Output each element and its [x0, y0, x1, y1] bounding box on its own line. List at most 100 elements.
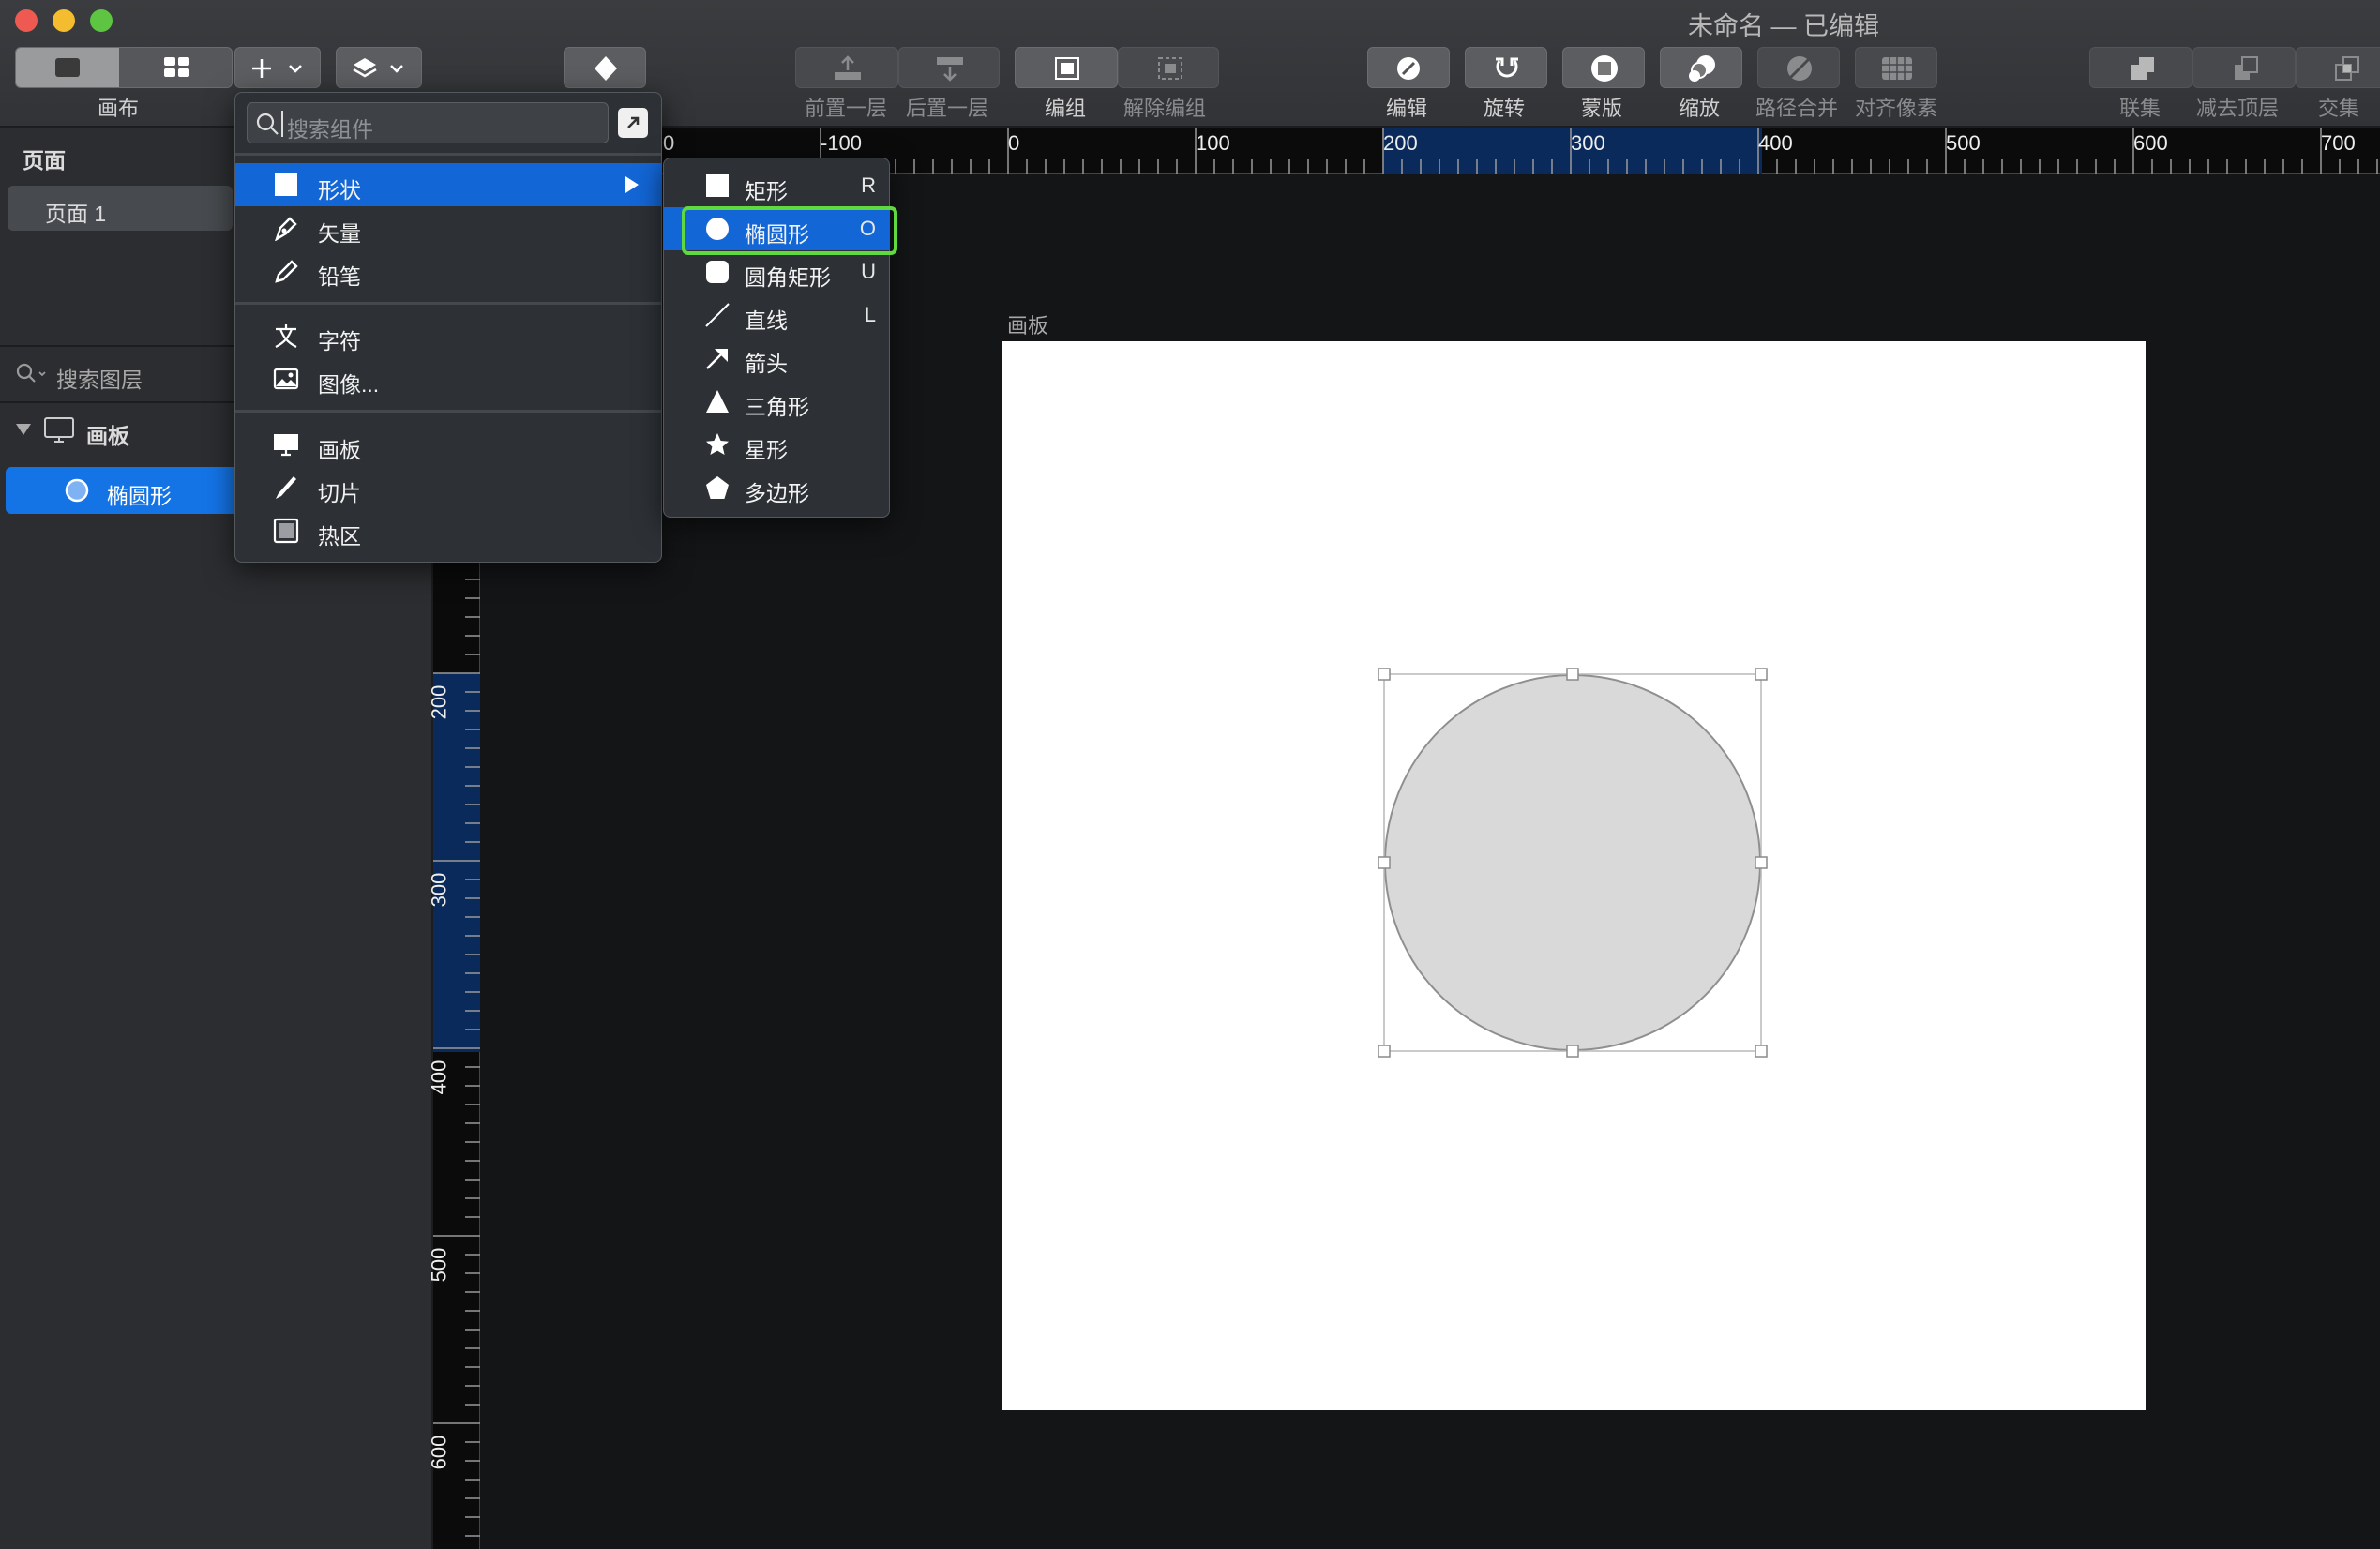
resize-handle[interactable] [1566, 668, 1579, 681]
highlight-outline [682, 206, 897, 255]
ungroup-button[interactable] [1118, 47, 1219, 88]
menu-item-text[interactable]: 字符 [235, 314, 661, 357]
send-backward-button[interactable] [898, 47, 1000, 88]
resize-handle[interactable] [1755, 668, 1768, 681]
submenu-item-polygon[interactable]: 多边形 [664, 466, 889, 509]
insert-button[interactable] [234, 47, 321, 88]
menu-separator [235, 153, 661, 156]
rotate-icon [1496, 57, 1518, 78]
polygon-icon [706, 476, 729, 499]
resize-handle[interactable] [1755, 1045, 1768, 1058]
menu-item-artboard[interactable]: 画板 [235, 423, 661, 466]
ruler-label: 600 [2133, 131, 2168, 155]
intersect-label: 交集 [2318, 97, 2360, 120]
canvas-icon [55, 58, 80, 77]
menu-item-hotspot[interactable]: 热区 [235, 509, 661, 552]
plus-icon [252, 59, 302, 78]
grid-icon [164, 57, 189, 77]
menu-item-image[interactable]: 图像... [235, 357, 661, 400]
shortcut-key: U [861, 260, 876, 283]
union-button[interactable] [2089, 47, 2192, 88]
bring-forward-label: 前置一层 [805, 97, 888, 120]
page-item-1[interactable]: 页面 1 [8, 186, 233, 231]
component-search-field[interactable]: 搜索组件 [247, 102, 609, 143]
menu-separator [235, 302, 661, 305]
open-components-button[interactable] [618, 108, 648, 138]
layers-icon [353, 58, 403, 78]
submenu-item-label: 三角形 [745, 395, 809, 419]
menu-item-label: 画板 [318, 438, 361, 462]
canvas-view-button[interactable] [16, 48, 119, 87]
artboard[interactable] [1002, 341, 2146, 1410]
close-window-button[interactable] [15, 9, 38, 32]
submenu-item-star[interactable]: 星形 [664, 423, 889, 466]
minimize-window-button[interactable] [53, 9, 75, 32]
submenu-item-label: 矩形 [745, 179, 788, 203]
flatten-button[interactable] [1757, 47, 1840, 88]
create-symbol-button[interactable] [564, 47, 646, 88]
ruler-label: 100 [1196, 131, 1230, 155]
resize-handle[interactable] [1378, 668, 1391, 681]
scale-button[interactable] [1660, 47, 1742, 88]
flatten-icon [1787, 56, 1812, 81]
pages-title: 页面 [23, 148, 66, 173]
canvas-label: 画布 [98, 97, 140, 120]
ellipse-shape[interactable] [1384, 674, 1761, 1051]
ruler-label: 200 [427, 684, 451, 720]
edit-label: 编辑 [1386, 97, 1428, 120]
resize-handle[interactable] [1566, 1045, 1579, 1058]
layers-button[interactable] [336, 47, 422, 88]
edit-button[interactable] [1367, 47, 1450, 88]
artboard-content [1378, 668, 1768, 1058]
ungroup-icon [1158, 57, 1182, 80]
menu-item-slice[interactable]: 切片 [235, 466, 661, 509]
rotate-button[interactable] [1465, 47, 1547, 88]
union-label: 联集 [2119, 97, 2162, 120]
components-view-button[interactable] [121, 48, 232, 87]
menu-item-label: 切片 [318, 481, 361, 505]
group-label: 编组 [1045, 97, 1087, 120]
sketch-app: 未命名 — 已编辑 画布 前置一层 后置一层 编组 解除编组 编辑 旋转 蒙版 … [0, 0, 2380, 1549]
intersect-button[interactable] [2296, 47, 2380, 88]
submenu-item-label: 圆角矩形 [745, 265, 831, 290]
bring-forward-button[interactable] [795, 47, 898, 88]
artboard-title[interactable]: 画板 [1007, 309, 1048, 339]
union-icon [2131, 57, 2154, 80]
ruler-label: 300 [1571, 131, 1605, 155]
zoom-window-button[interactable] [90, 9, 113, 32]
resize-handle[interactable] [1378, 856, 1391, 869]
send-backward-label: 后置一层 [906, 97, 989, 120]
submenu-item-rounded-rectangle[interactable]: 圆角矩形 U [664, 250, 889, 293]
ruler-label: 700 [2321, 131, 2356, 155]
group-button[interactable] [1015, 47, 1118, 88]
line-icon [705, 303, 730, 327]
mask-button[interactable] [1562, 47, 1645, 88]
menu-item-pencil[interactable]: 铅笔 [235, 249, 661, 293]
submenu-item-triangle[interactable]: 三角形 [664, 380, 889, 423]
external-arrow-icon [627, 116, 640, 128]
subtract-button[interactable] [2192, 47, 2296, 88]
star-icon [706, 433, 729, 455]
disclosure-triangle-icon[interactable] [15, 422, 32, 437]
resize-handle[interactable] [1378, 1045, 1391, 1058]
flatten-label: 路径合并 [1755, 97, 1839, 120]
pixel-grid-icon [1882, 57, 1912, 80]
shortcut-key: L [864, 303, 876, 326]
insert-menu: 搜索组件 形状 矢量 铅笔 字符 图像... 画板 切片 热区 [234, 92, 662, 563]
mask-label: 蒙版 [1581, 97, 1623, 120]
mask-icon [1591, 55, 1618, 82]
layer-search-input[interactable]: 搜索图层 [56, 362, 143, 394]
pixel-align-button[interactable] [1855, 47, 1937, 88]
ungroup-label: 解除编组 [1123, 97, 1207, 120]
artboard-icon [274, 434, 298, 457]
resize-handle[interactable] [1755, 856, 1768, 869]
submenu-item-rectangle[interactable]: 矩形 R [664, 164, 889, 207]
submenu-item-arrow[interactable]: 箭头 [664, 337, 889, 380]
submenu-item-line[interactable]: 直线 L [664, 293, 889, 337]
menu-item-shape[interactable]: 形状 [235, 163, 661, 206]
diamond-icon [595, 56, 617, 81]
menu-item-vector[interactable]: 矢量 [235, 206, 661, 249]
layer-label: 画板 [86, 424, 129, 448]
scale-label: 缩放 [1679, 97, 1721, 120]
canvas-view-segmented [15, 47, 233, 88]
